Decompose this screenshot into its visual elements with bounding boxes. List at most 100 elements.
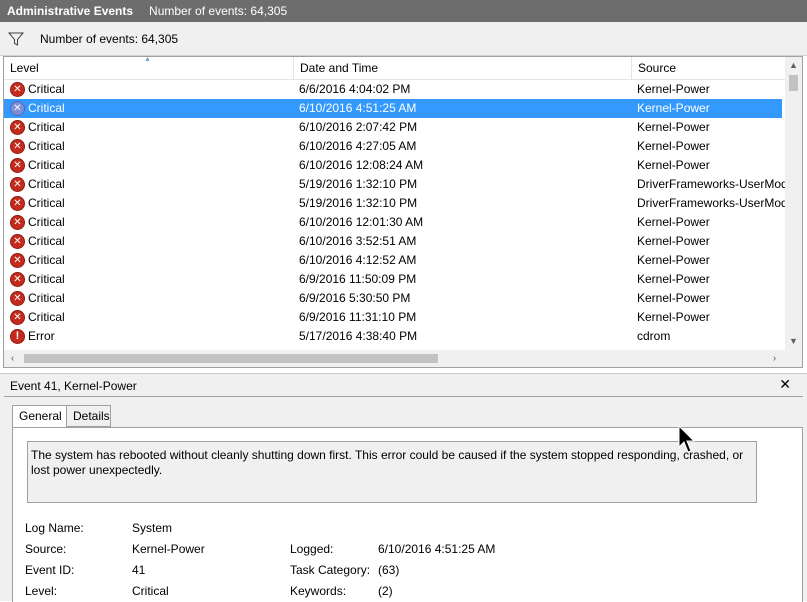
critical-icon: ✕ (10, 215, 25, 230)
column-header-source[interactable]: Source (632, 57, 786, 80)
row-source: Kernel-Power (637, 291, 710, 305)
horizontal-scroll-thumb[interactable] (24, 354, 438, 363)
table-row[interactable]: ✕ Critical 5/19/2016 1:32:10 PM DriverFra… (4, 194, 786, 213)
tab-general[interactable]: General (12, 405, 67, 428)
table-row[interactable]: ✕ Critical 6/9/2016 11:31:10 PM Kernel-Po… (4, 308, 782, 327)
title-bar: Administrative Events Number of events: … (0, 0, 807, 22)
row-level: Critical (28, 158, 65, 172)
row-date: 6/9/2016 5:30:50 PM (299, 291, 411, 305)
divider (4, 396, 803, 397)
row-source: DriverFrameworks-UserMod (637, 196, 786, 210)
row-level: Critical (28, 291, 65, 305)
horizontal-scrollbar[interactable]: ‹ › (4, 350, 802, 367)
row-level: Critical (28, 196, 65, 210)
table-row[interactable]: ✕ Critical 6/10/2016 4:12:52 AM Kernel-Po… (4, 251, 782, 270)
event-count: Number of events: 64,305 (149, 4, 288, 18)
row-level: Critical (28, 310, 65, 324)
scroll-down-icon[interactable]: ▼ (785, 333, 802, 350)
sort-ascending-icon: ▲ (144, 56, 151, 63)
scroll-right-icon[interactable]: › (766, 350, 783, 367)
critical-icon: ✕ (10, 196, 25, 211)
table-row[interactable]: ✕ Critical 6/10/2016 2:07:42 PM Kernel-Po… (4, 118, 782, 137)
row-level: Critical (28, 177, 65, 191)
critical-icon: ✕ (10, 310, 25, 325)
log-name-label: Log Name: (25, 521, 84, 535)
level-label: Level: (25, 584, 58, 598)
row-date: 6/10/2016 3:52:51 AM (299, 234, 417, 248)
error-icon: ! (10, 329, 25, 344)
critical-icon: ✕ (10, 291, 25, 306)
row-date: 6/10/2016 4:27:05 AM (299, 139, 417, 153)
row-level: Critical (28, 215, 65, 229)
column-header-source-label: Source (638, 61, 677, 75)
row-date: 5/17/2016 4:38:40 PM (299, 329, 418, 343)
table-row[interactable]: ✕ Critical 6/9/2016 11:50:09 PM Kernel-Po… (4, 270, 782, 289)
row-source: Kernel-Power (637, 215, 710, 229)
filter-icon[interactable] (8, 31, 24, 47)
filter-event-count: Number of events: 64,305 (40, 31, 179, 46)
table-row[interactable]: ! Error 5/17/2016 4:38:40 PM cdrom (4, 327, 782, 346)
row-source: Kernel-Power (637, 120, 710, 134)
level-value: Critical (132, 584, 169, 598)
vertical-scroll-thumb[interactable] (789, 75, 798, 91)
table-row[interactable]: ✕ Critical 6/10/2016 4:27:05 AM Kernel-Po… (4, 137, 782, 156)
event-message[interactable]: The system has rebooted without cleanly … (27, 441, 757, 503)
critical-icon: ✕ (10, 139, 25, 154)
log-name-value: System (132, 521, 173, 535)
table-row[interactable]: ✕ Critical 6/10/2016 12:08:24 AM Kernel-P… (4, 156, 782, 175)
row-date: 6/9/2016 11:50:09 PM (299, 272, 417, 286)
row-date: 6/10/2016 12:08:24 AM (299, 158, 424, 172)
logged-label: Logged: (290, 542, 334, 556)
events-grid[interactable]: ▲ Level Date and Time Source ✕ Critical 6… (3, 56, 803, 368)
row-date: 6/6/2016 4:04:02 PM (299, 82, 411, 96)
table-row[interactable]: ✕ Critical 6/10/2016 4:51:25 AM Kernel-Po… (4, 99, 782, 118)
logged-value: 6/10/2016 4:51:25 AM (378, 542, 496, 556)
critical-icon: ✕ (10, 234, 25, 249)
event-id-value: 41 (132, 563, 146, 577)
row-source: Kernel-Power (637, 158, 710, 172)
row-source: Kernel-Power (637, 101, 710, 115)
source-label: Source: (25, 542, 67, 556)
row-source: Kernel-Power (637, 82, 710, 96)
row-level: Critical (28, 101, 65, 115)
column-header-date[interactable]: Date and Time (294, 57, 632, 80)
critical-icon: ✕ (10, 82, 25, 97)
table-row[interactable]: ✕ Critical 6/10/2016 12:01:30 AM Kernel-P… (4, 213, 782, 232)
row-source: Kernel-Power (637, 234, 710, 248)
row-date: 5/19/2016 1:32:10 PM (299, 196, 418, 210)
mouse-cursor-icon (678, 425, 696, 453)
scroll-left-icon[interactable]: ‹ (4, 350, 21, 367)
task-category-label: Task Category: (290, 563, 371, 577)
task-category-value: (63) (378, 563, 400, 577)
column-header-level-label: Level (10, 61, 39, 75)
close-icon[interactable]: ✕ (779, 376, 791, 393)
column-header-date-label: Date and Time (300, 61, 379, 75)
row-date: 6/10/2016 4:12:52 AM (299, 253, 417, 267)
event-id-label: Event ID: (25, 563, 75, 577)
row-date: 6/10/2016 2:07:42 PM (299, 120, 418, 134)
keywords-label: Keywords: (290, 584, 347, 598)
row-level: Critical (28, 253, 65, 267)
table-row[interactable]: ✕ Critical 5/19/2016 1:32:10 PM DriverFra… (4, 175, 786, 194)
row-date: 6/10/2016 12:01:30 AM (299, 215, 424, 229)
table-row[interactable]: ✕ Critical 6/10/2016 3:52:51 AM Kernel-Po… (4, 232, 782, 251)
view-title: Administrative Events (7, 4, 134, 18)
row-level: Critical (28, 120, 65, 134)
vertical-scrollbar[interactable]: ▲ ▼ (785, 57, 802, 350)
row-date: 6/10/2016 4:51:25 AM (299, 101, 417, 115)
tab-details[interactable]: Details (66, 405, 111, 427)
row-source: Kernel-Power (637, 253, 710, 267)
row-level: Critical (28, 139, 65, 153)
table-row[interactable]: ✕ Critical 6/6/2016 4:04:02 PM Kernel-Pow… (4, 80, 782, 99)
row-date: 5/19/2016 1:32:10 PM (299, 177, 418, 191)
row-source: DriverFrameworks-UserMod (637, 177, 786, 191)
row-level: Error (28, 329, 55, 343)
event-detail-pane: Event 41, Kernel-Power ✕ General Details… (0, 373, 807, 602)
column-header-level[interactable]: ▲ Level (4, 57, 294, 80)
critical-icon: ✕ (10, 120, 25, 135)
row-level: Critical (28, 82, 65, 96)
source-value: Kernel-Power (132, 542, 205, 556)
table-row[interactable]: ✕ Critical 6/9/2016 5:30:50 PM Kernel-Pow… (4, 289, 782, 308)
scroll-up-icon[interactable]: ▲ (785, 57, 802, 74)
row-source: Kernel-Power (637, 272, 710, 286)
